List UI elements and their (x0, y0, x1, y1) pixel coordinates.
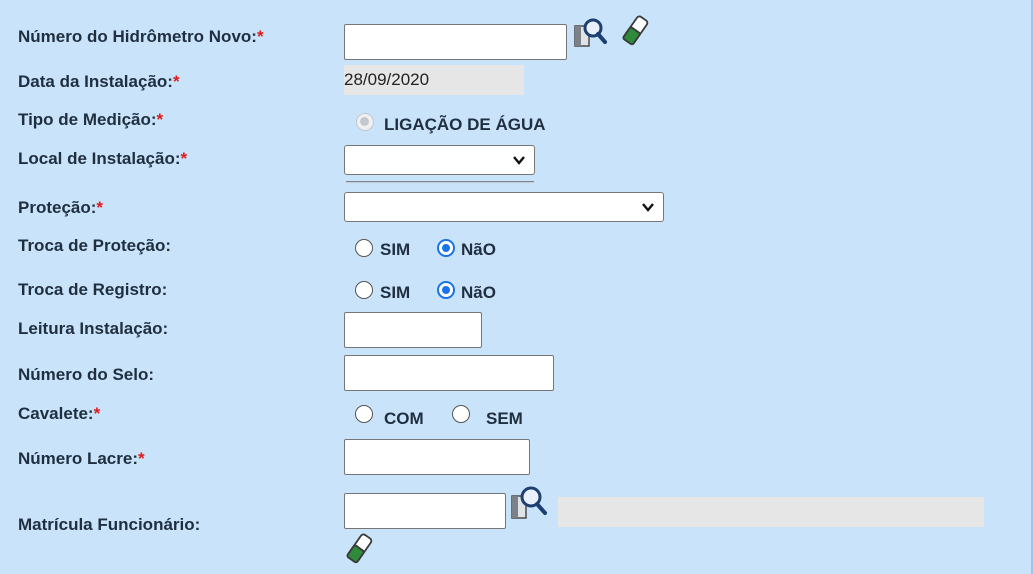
data-instalacao-value: 28/09/2020 (344, 65, 524, 95)
cavalete-label: Cavalete:* (18, 404, 101, 423)
cavalete-com-radio[interactable] (355, 405, 373, 423)
eraser-icon[interactable] (620, 14, 650, 48)
divider (346, 181, 534, 183)
local-instalacao-label: Local de Instalação:* (18, 149, 188, 168)
tipo-medicao-radio (356, 113, 374, 131)
leitura-instalacao-input[interactable] (344, 312, 482, 348)
eraser-icon[interactable] (344, 532, 374, 566)
troca-protecao-nao-radio[interactable] (437, 239, 455, 257)
matricula-name-display (558, 497, 984, 527)
chevron-down-icon (642, 203, 654, 212)
protecao-label: Proteção:* (18, 198, 104, 217)
search-icon[interactable] (510, 482, 554, 522)
cavalete-sem-label: SEM (486, 409, 523, 428)
troca-registro-nao-label: NãO (461, 283, 496, 302)
troca-protecao-sim-radio[interactable] (355, 239, 373, 257)
troca-registro-label: Troca de Registro: (18, 280, 168, 299)
troca-protecao-sim-label: SIM (380, 240, 411, 259)
data-instalacao-label: Data da Instalação:* (18, 72, 180, 91)
cavalete-com-label: COM (384, 409, 424, 428)
local-instalacao-select[interactable] (344, 145, 535, 175)
tipo-medicao-label: Tipo de Medição:* (18, 110, 164, 129)
matricula-label: Matrícula Funcionário: (18, 515, 201, 534)
troca-registro-nao-radio[interactable] (437, 281, 455, 299)
troca-registro-sim-radio[interactable] (355, 281, 373, 299)
matricula-input[interactable] (344, 493, 506, 529)
numero-lacre-input[interactable] (344, 439, 530, 475)
troca-protecao-label: Troca de Proteção: (18, 236, 172, 255)
hidrometro-label: Número do Hidrômetro Novo:* (18, 27, 264, 46)
search-icon[interactable] (573, 14, 607, 50)
form-panel: Número do Hidrômetro Novo:* Data da Inst… (0, 0, 1033, 574)
hidrometro-input[interactable] (344, 24, 567, 60)
numero-selo-label: Número do Selo: (18, 365, 155, 384)
numero-lacre-label: Número Lacre:* (18, 449, 145, 468)
numero-selo-input[interactable] (344, 355, 554, 391)
tipo-medicao-option-label: LIGAÇÃO DE ÁGUA (384, 115, 546, 134)
cavalete-sem-radio[interactable] (452, 405, 470, 423)
troca-registro-sim-label: SIM (380, 283, 411, 302)
troca-protecao-nao-label: NãO (461, 240, 496, 259)
leitura-instalacao-label: Leitura Instalação: (18, 319, 169, 338)
chevron-down-icon (513, 156, 525, 165)
protecao-select[interactable] (344, 192, 664, 222)
